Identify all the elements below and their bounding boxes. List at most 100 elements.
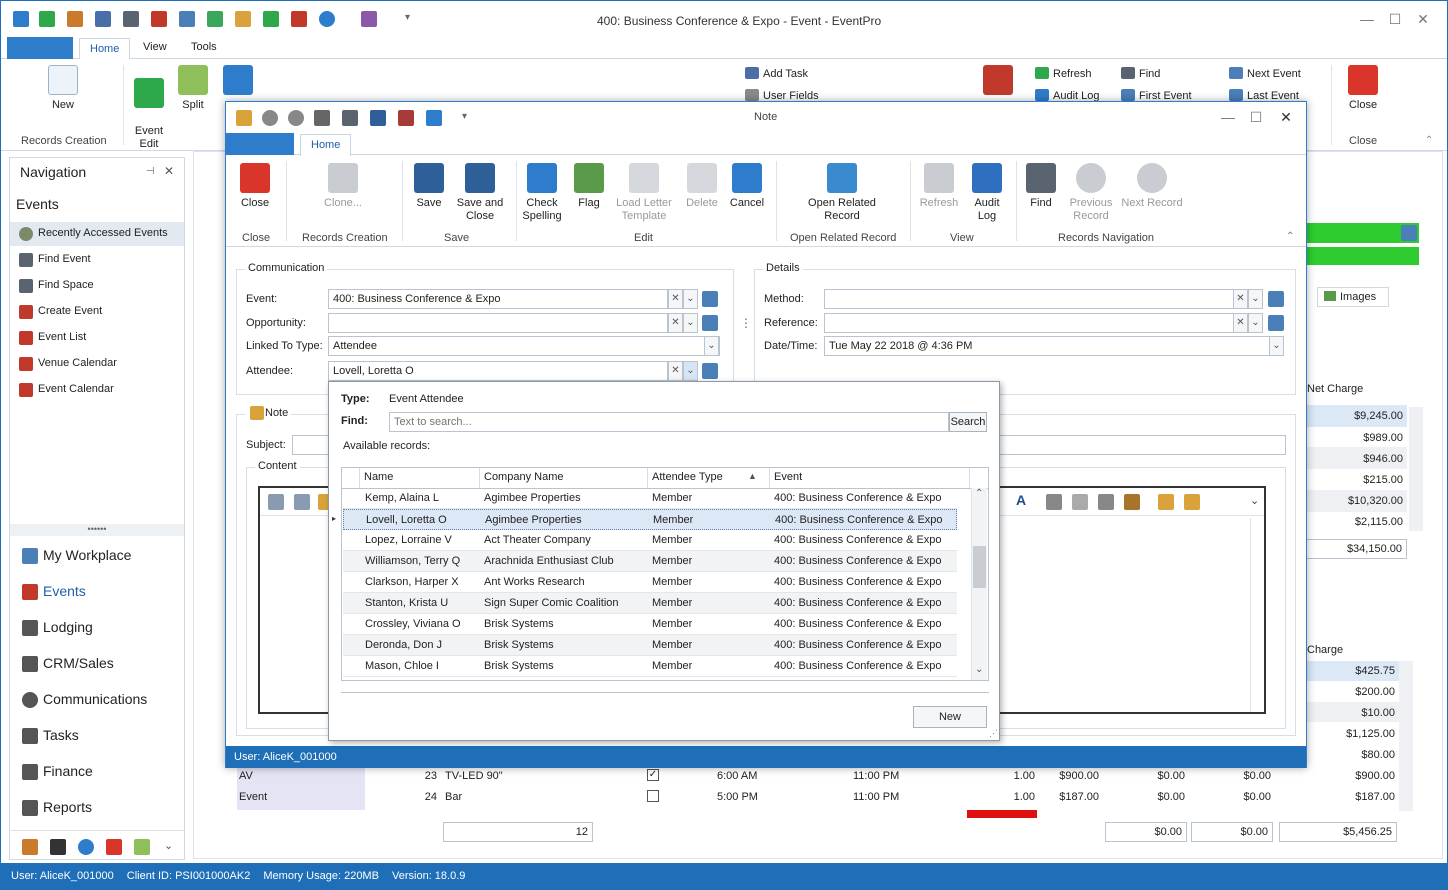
globe-icon[interactable] [78, 839, 94, 855]
add-task-button[interactable]: Add Task [745, 67, 808, 80]
paste-icon[interactable] [1098, 494, 1114, 510]
module-events[interactable]: Events [10, 576, 184, 606]
search-button[interactable]: Search [949, 412, 987, 432]
lodging-small-icon[interactable] [22, 839, 38, 855]
column-header-attendee-type[interactable]: Attendee Type ▲ [648, 468, 770, 488]
event-field[interactable]: 400: Business Conference & Expo [328, 289, 668, 309]
chevron-down-icon[interactable]: ⌄ [704, 336, 719, 356]
info-icon[interactable] [319, 11, 335, 27]
lookup-icon[interactable] [702, 315, 718, 331]
method-field[interactable] [824, 289, 1234, 309]
event-edit-button[interactable]: Event Edit [129, 65, 169, 151]
dialog-minimize-icon[interactable]: — [1218, 107, 1238, 127]
module-crm-sales[interactable]: CRM/Sales [10, 648, 184, 678]
next-event-button[interactable]: Next Event [1229, 67, 1301, 80]
reference-field[interactable] [824, 313, 1234, 333]
refresh-button[interactable]: Refresh [1035, 67, 1092, 80]
scroll-down-icon[interactable]: ⌄ [975, 664, 983, 675]
editor-new-icon[interactable] [268, 494, 284, 510]
clear-icon[interactable]: ✕ [668, 313, 683, 333]
minimize-icon[interactable]: — [1357, 9, 1377, 29]
binoculars-icon[interactable] [123, 11, 139, 27]
new-button[interactable]: New [41, 65, 85, 112]
new-record-button[interactable]: New [913, 706, 987, 728]
pane-splitter[interactable]: •••••• [10, 524, 184, 536]
module-reports[interactable]: Reports [10, 792, 184, 822]
task-icon[interactable] [95, 11, 111, 27]
clear-icon[interactable]: ✕ [1233, 313, 1248, 333]
more-modules-icon[interactable]: ⌄ [164, 839, 173, 852]
undo-icon[interactable] [426, 110, 442, 126]
table-row[interactable]: Stanton, Krista U Sign Super Comic Coalit… [343, 593, 957, 614]
load-letter-template-button[interactable]: Load Letter Template [614, 163, 674, 223]
dialog-tab-home[interactable]: Home [300, 134, 352, 156]
scroll-up-icon[interactable]: ⌃ [975, 488, 983, 499]
maximize-icon[interactable]: ☐ [1385, 9, 1405, 29]
table-row[interactable]: Crossley, Viviana O Brisk Systems Member 40… [343, 614, 957, 635]
picker-icon[interactable] [1401, 225, 1417, 241]
dialog-audit-log-button[interactable]: Audit Log [968, 163, 1006, 223]
clear-icon[interactable]: ✕ [668, 289, 683, 309]
chevron-down-icon[interactable]: ⌄ [1248, 313, 1263, 333]
splitter-grip[interactable]: ⋮ [740, 316, 752, 330]
column-header-company[interactable]: Company Name [480, 468, 648, 488]
calendar-date-icon[interactable] [983, 65, 1013, 95]
row-checkbox[interactable] [647, 790, 659, 802]
datetime-field[interactable]: Tue May 22 2018 @ 4:36 PM [824, 336, 1284, 356]
lookup-icon[interactable] [1268, 315, 1284, 331]
save-icon[interactable] [370, 110, 386, 126]
linked-type-select[interactable]: Attendee [328, 336, 720, 356]
line-chart-icon[interactable] [134, 839, 150, 855]
copy-icon[interactable] [1072, 494, 1088, 510]
table-row[interactable]: Clarkson, Harper X Ant Works Research Memb… [343, 572, 957, 593]
next-record-button[interactable]: Next Record [1120, 163, 1184, 210]
split-button[interactable]: Split [175, 65, 211, 112]
chevron-down-icon[interactable]: ⌄ [1269, 336, 1284, 356]
customize-qat-icon[interactable]: ▾ [405, 12, 410, 23]
insert-icon[interactable] [1158, 494, 1174, 510]
app-logo-icon[interactable] [13, 11, 29, 27]
tab-images[interactable]: Images [1317, 287, 1389, 307]
tab-tools[interactable]: Tools [191, 41, 217, 53]
module-tasks[interactable]: Tasks [10, 720, 184, 750]
collapse-ribbon-icon[interactable]: ⌃ [1286, 231, 1294, 242]
tab-view[interactable]: View [143, 41, 167, 53]
insert-table-icon[interactable] [1184, 494, 1200, 510]
open-related-record-button[interactable]: Open Related Record [804, 163, 880, 223]
nav-item-create-event[interactable]: Create Event [10, 300, 184, 324]
sort-icon[interactable] [50, 839, 66, 855]
paste-special-icon[interactable] [1124, 494, 1140, 510]
delete-button[interactable]: Delete [682, 163, 722, 210]
resize-grip-icon[interactable]: ⋰ [989, 728, 998, 739]
font-color-icon[interactable]: A [1016, 492, 1026, 508]
tab-home[interactable]: Home [79, 38, 131, 60]
module-communications[interactable]: Communications [10, 684, 184, 714]
editor-open-icon[interactable] [294, 494, 310, 510]
dialog-maximize-icon[interactable]: ☐ [1246, 107, 1266, 127]
module-lodging[interactable]: Lodging [10, 612, 184, 642]
up-icon[interactable] [262, 110, 278, 126]
row-checkbox[interactable]: ✓ [647, 769, 659, 781]
save-button[interactable]: Save [412, 163, 446, 210]
cut-icon[interactable] [1046, 494, 1062, 510]
customize-qat-icon[interactable]: ▾ [462, 111, 467, 122]
flag-button[interactable]: Flag [572, 163, 606, 210]
column-header-name[interactable]: Name [360, 468, 480, 488]
scrollbar[interactable] [1399, 661, 1413, 811]
table-row[interactable]: Deronda, Don J Brisk Systems Member 400: Bu… [343, 635, 957, 656]
module-my-workplace[interactable]: My Workplace [10, 540, 184, 570]
calendar-icon[interactable] [291, 11, 307, 27]
table-row[interactable]: Lopez, Lorraine V Act Theater Company Memb… [343, 530, 957, 551]
save-and-close-button[interactable]: Save and Close [454, 163, 506, 223]
pin-icon[interactable]: ⊣ [146, 166, 155, 177]
calculator-icon[interactable] [179, 11, 195, 27]
dialog-refresh-button[interactable]: Refresh [918, 163, 960, 210]
scrollbar[interactable] [1409, 407, 1423, 531]
find-button[interactable]: Find [1121, 67, 1160, 80]
lookup-icon[interactable] [1268, 291, 1284, 307]
clear-icon[interactable]: ✕ [668, 361, 683, 381]
previous-record-button[interactable]: Previous Record [1066, 163, 1116, 223]
grid-scrollbar[interactable]: ⌃ ⌄ [971, 488, 987, 680]
chevron-down-icon[interactable]: ⌄ [683, 361, 698, 381]
nav-item-event-calendar[interactable]: Event Calendar [10, 378, 184, 402]
